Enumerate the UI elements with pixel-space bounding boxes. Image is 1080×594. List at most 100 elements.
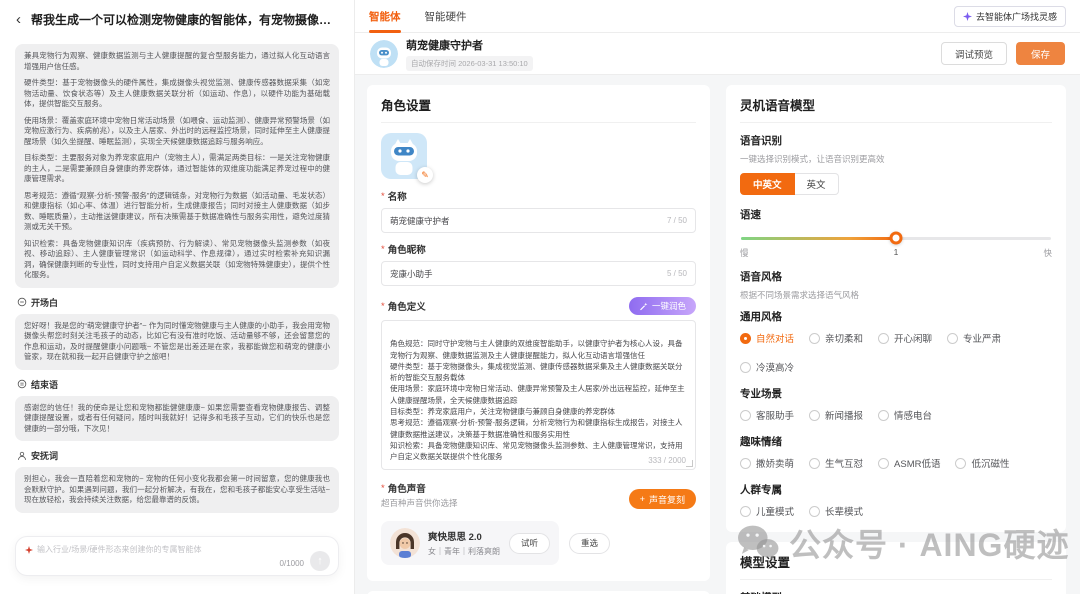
spec-paragraph: 使用场景：覆盖家庭环境中宠物日常活动场景（如喂食、运动监测）、健康异常预警场景（…	[24, 116, 330, 148]
left-scroll-area[interactable]: 兼具宠物行为观察、健康数据监测与主人健康提醒的复合型服务能力，通过拟人化互动语言…	[0, 38, 354, 528]
left-header: ‹ 帮我生成一个可以检测宠物健康的智能体，有宠物摄像头…	[0, 0, 354, 38]
edit-avatar-button[interactable]: ✎	[417, 167, 433, 183]
back-icon[interactable]: ‹	[16, 12, 21, 27]
radio-dot	[878, 410, 889, 421]
person-icon	[17, 451, 27, 461]
content-area: 角色设置 ✎ *名称 萌宠健康守护者 7 / 50 *角色昵称 宠	[355, 75, 1080, 594]
speed-max-label: 快	[1043, 247, 1052, 259]
polish-button[interactable]: 一键润色	[629, 297, 696, 315]
voice-field-label: *角色声音	[381, 481, 458, 495]
plus-icon: +	[640, 494, 645, 504]
resize-handle[interactable]	[686, 460, 693, 467]
style-subtitle: 根据不同场景需求选择语气风格	[740, 289, 1052, 301]
agent-header: 萌宠健康守护者 自动保存时间 2026-03-31 13:50:10 调试预览 …	[355, 33, 1080, 75]
slider-thumb[interactable]	[890, 232, 903, 245]
radio-emotion-radio[interactable]: 情感电台	[878, 408, 932, 422]
style-group-audience: 人群专属	[740, 482, 1052, 497]
required-star: *	[381, 483, 385, 494]
arrow-up-icon: ↑	[317, 555, 323, 567]
closing-label: 结束语	[31, 378, 58, 391]
opening-text: 您好呀！我是您的“萌宠健康守护者”~ 作为同时懂宠物健康与主人健康的小助手，我会…	[24, 321, 330, 363]
speed-value: 1	[894, 247, 899, 259]
voice-name: 爽快思思 2.0	[428, 529, 500, 543]
model-settings-title: 模型设置	[740, 552, 1052, 580]
style-group-pro-scene: 专业场景	[740, 386, 1052, 401]
base-model-label: 基础模型	[740, 590, 1052, 594]
toggle-en[interactable]: 英文	[795, 173, 839, 195]
radio-elder-mode[interactable]: 长辈模式	[809, 504, 863, 518]
voice-model-card: 灵机语音模型 语音识别 一键选择识别模式，让语音识别更高效 中英文 英文 语速	[726, 85, 1066, 532]
send-button[interactable]: ↑	[310, 551, 330, 571]
composer-area: 输入行业/场景/硬件形态来创建你的专属智能体 0/1000 ↑	[0, 528, 354, 594]
tab-hardware[interactable]: 智能硬件	[425, 0, 467, 33]
closing-text: 感谢您的信任！我的使命是让您和宠物都能健健康康~ 如果您需要查看宠物健康报告、调…	[24, 403, 330, 435]
recognition-toggle: 中英文 英文	[740, 173, 1052, 195]
toggle-cn-en[interactable]: 中英文	[740, 173, 795, 195]
magic-wand-icon	[639, 302, 648, 311]
voice-clone-label: 声音复刻	[649, 493, 685, 506]
style-group-fun-options: 撒娇卖萌 生气互怼 ASMR低语 低沉磁性	[740, 456, 1052, 470]
radio-natural-chat[interactable]: 自然对话	[740, 331, 794, 345]
name-field-label: *名称	[381, 189, 696, 203]
definition-counter: 333 / 2000	[648, 455, 686, 466]
tab-hardware-label: 智能硬件	[425, 9, 467, 24]
radio-asmr[interactable]: ASMR低语	[878, 456, 940, 470]
agent-name: 萌宠健康守护者	[406, 37, 533, 53]
style-group-general: 通用风格	[740, 309, 1052, 324]
radio-dot	[878, 333, 889, 344]
radio-cold[interactable]: 冷漠高冷	[740, 360, 794, 374]
plaza-button-label: 去智能体广场找灵感	[976, 10, 1057, 23]
voice-meta: 女｜青年｜利落爽朗	[428, 546, 500, 557]
radio-dot	[740, 410, 751, 421]
reselect-voice-button[interactable]: 重选	[569, 533, 610, 554]
comfort-section-header: 安抚词	[17, 449, 337, 462]
save-button[interactable]: 保存	[1016, 42, 1065, 65]
reselect-label: 重选	[581, 537, 598, 549]
radio-happy-chat[interactable]: 开心闲聊	[878, 331, 932, 345]
tab-agent[interactable]: 智能体	[369, 0, 401, 33]
debug-preview-label: 调试预览	[955, 47, 993, 61]
radio-dot	[809, 506, 820, 517]
radio-angry[interactable]: 生气互怼	[809, 456, 863, 470]
radio-professional[interactable]: 专业严肃	[947, 331, 1001, 345]
debug-preview-button[interactable]: 调试预览	[941, 42, 1007, 65]
nickname-input[interactable]: 宠康小助手 5 / 50	[381, 261, 696, 286]
radio-deep-voice[interactable]: 低沉磁性	[955, 456, 1009, 470]
comfort-text: 别担心，我会一直陪着您和宠物的~ 宠物的任何小变化我都会第一时间留意，您的健康我…	[24, 474, 330, 506]
audition-button[interactable]: 试听	[509, 533, 550, 554]
speed-slider[interactable]	[741, 231, 1051, 245]
voice-clone-button[interactable]: + 声音复刻	[629, 489, 696, 509]
radio-child-mode[interactable]: 儿童模式	[740, 504, 794, 518]
style-group-fun: 趣味情绪	[740, 434, 1052, 449]
closing-message: 感谢您的信任！我的使命是让您和宠物都能健健康康~ 如果您需要查看宠物健康报告、调…	[15, 396, 339, 442]
voice-model-title: 灵机语音模型	[740, 95, 1052, 123]
main-area: 智能体 智能硬件 去智能体广场找灵感 萌宠健康守护者 自动保存时间 2026-0…	[355, 0, 1080, 594]
slider-labels: 慢 1 快	[740, 247, 1052, 259]
tab-agent-label: 智能体	[369, 9, 401, 24]
radio-gentle[interactable]: 亲切柔和	[809, 331, 863, 345]
definition-text: 角色规范：同时守护宠物与主人健康的双维度智能助手，以健康守护者为核心人设，具备宠…	[390, 339, 685, 461]
required-star: *	[381, 244, 385, 255]
dialog-bubble-icon	[17, 297, 27, 307]
style-group-general-options: 自然对话 亲切柔和 开心闲聊 专业严肃 冷漠高冷	[740, 331, 1052, 374]
plaza-button[interactable]: 去智能体广场找灵感	[954, 6, 1066, 27]
definition-textarea[interactable]: 角色规范：同时守护宠物与主人健康的双维度智能助手，以健康守护者为核心人设，具备宠…	[381, 320, 696, 470]
recognition-title: 语音识别	[740, 133, 1052, 148]
nickname-counter: 5 / 50	[667, 269, 687, 278]
composer-input[interactable]: 输入行业/场景/硬件形态来创建你的专属智能体 0/1000 ↑	[15, 536, 339, 576]
agent-avatar	[370, 40, 398, 68]
radio-customer-service[interactable]: 客服助手	[740, 408, 794, 422]
spec-paragraph: 知识检索：具备宠物健康知识库（疾病预防、行为解读）、常见宠物摄像头监测参数（如夜…	[24, 239, 330, 281]
radio-news[interactable]: 新闻播报	[809, 408, 863, 422]
nickname-value: 宠康小助手	[390, 268, 433, 280]
save-label: 保存	[1031, 47, 1050, 61]
pencil-icon: ✎	[421, 170, 429, 181]
app: ‹ 帮我生成一个可以检测宠物健康的智能体，有宠物摄像头… 兼具宠物行为观察、健康…	[0, 0, 1080, 594]
definition-field-label: *角色定义	[381, 299, 426, 313]
voice-avatar	[390, 528, 420, 558]
name-input[interactable]: 萌宠健康守护者 7 / 50	[381, 208, 696, 233]
slider-track[interactable]	[741, 237, 1051, 240]
toggle-en-label: 英文	[807, 177, 826, 191]
radio-dot	[740, 333, 751, 344]
radio-cute[interactable]: 撒娇卖萌	[740, 456, 794, 470]
